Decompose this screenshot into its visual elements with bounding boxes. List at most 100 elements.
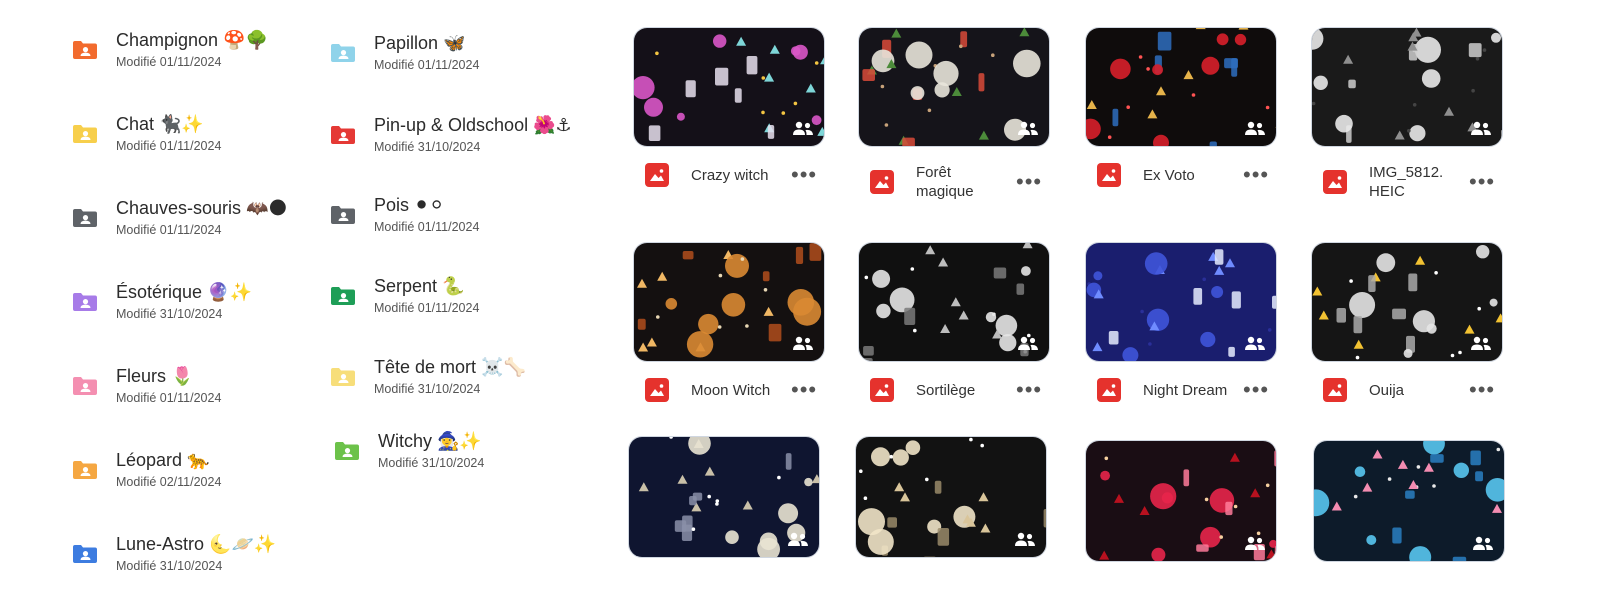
folder-name: Lune-Astro 🌜🪐✨	[116, 534, 277, 554]
file-name: Moon Witch	[691, 381, 771, 399]
shared-folder-icon	[72, 292, 98, 312]
more-options-icon[interactable]: •••	[1469, 379, 1495, 401]
folder-item[interactable]: Lune-Astro 🌜🪐✨ Modifié 31/10/2024	[72, 532, 276, 573]
shared-folder-icon	[330, 367, 356, 387]
image-file-icon	[645, 163, 669, 187]
file-name: Crazy witch	[691, 166, 769, 184]
file-name: Night Dream	[1143, 381, 1228, 399]
more-options-icon[interactable]: •••	[791, 164, 817, 186]
folder-item[interactable]: Fleurs 🌷 Modifié 01/11/2024	[72, 364, 221, 405]
shared-people-icon	[1017, 120, 1039, 136]
folder-modified-date: Modifié 31/10/2024	[116, 307, 223, 321]
folder-modified-date: Modifié 01/11/2024	[116, 391, 222, 405]
folder-modified-date: Modifié 02/11/2024	[116, 475, 222, 489]
file-thumbnail[interactable]	[858, 242, 1050, 362]
shared-folder-icon	[72, 124, 98, 144]
folder-name: Witchy 🧙‍♀️✨	[378, 431, 482, 451]
folder-name: Chauves-souris 🦇🌑	[116, 198, 288, 218]
folder-name: Pin-up & Oldschool 🌺⚓	[374, 115, 572, 135]
file-name: Forêt magique	[916, 164, 974, 200]
folder-modified-date: Modifié 01/11/2024	[374, 301, 480, 315]
folder-modified-date: Modifié 31/10/2024	[116, 559, 223, 573]
folder-name: Champignon 🍄🌳	[116, 30, 268, 50]
shared-folder-icon	[72, 376, 98, 396]
image-file-icon	[1097, 378, 1121, 402]
shared-people-icon	[792, 120, 814, 136]
file-name: Ex Voto	[1143, 166, 1195, 184]
folder-item[interactable]: Pois ⚫⚪ Modifié 01/11/2024	[330, 193, 479, 234]
folder-item[interactable]: Papillon 🦋 Modifié 01/11/2024	[330, 31, 479, 72]
file-thumbnail[interactable]	[1085, 440, 1277, 562]
folder-item[interactable]: Pin-up & Oldschool 🌺⚓ Modifié 31/10/2024	[330, 113, 572, 154]
folder-item[interactable]: Champignon 🍄🌳 Modifié 01/11/2024	[72, 28, 268, 69]
folder-name: Fleurs 🌷	[116, 366, 194, 386]
file-thumbnail[interactable]	[1085, 27, 1277, 147]
shared-people-icon	[1244, 335, 1266, 351]
folder-modified-date: Modifié 01/11/2024	[374, 58, 480, 72]
shared-people-icon	[1244, 120, 1266, 136]
shared-people-icon	[1014, 531, 1036, 547]
shared-people-icon	[1470, 335, 1492, 351]
folder-item[interactable]: Tête de mort ☠️🦴 Modifié 31/10/2024	[330, 355, 526, 396]
more-options-icon[interactable]: •••	[1243, 379, 1269, 401]
file-thumbnail[interactable]	[1313, 440, 1505, 562]
folder-name: Tête de mort ☠️🦴	[374, 357, 526, 377]
image-file-icon	[1323, 170, 1347, 194]
image-file-icon	[1097, 163, 1121, 187]
folder-name: Chat 🐈‍⬛✨	[116, 114, 204, 134]
folder-item[interactable]: Serpent 🐍 Modifié 01/11/2024	[330, 274, 479, 315]
folder-item[interactable]: Witchy 🧙‍♀️✨ Modifié 31/10/2024	[334, 429, 484, 470]
file-thumbnail[interactable]	[1311, 27, 1503, 147]
shared-folder-icon	[72, 544, 98, 564]
file-thumbnail[interactable]	[1311, 242, 1503, 362]
shared-people-icon	[1470, 120, 1492, 136]
more-options-icon[interactable]: •••	[1243, 164, 1269, 186]
folder-name: Léopard 🐆	[116, 450, 210, 470]
image-file-icon	[870, 170, 894, 194]
shared-folder-icon	[72, 40, 98, 60]
shared-people-icon	[1017, 335, 1039, 351]
folder-modified-date: Modifié 01/11/2024	[116, 223, 222, 237]
folder-modified-date: Modifié 31/10/2024	[374, 140, 481, 154]
file-name: IMG_5812. HEIC	[1369, 164, 1444, 200]
more-options-icon[interactable]: •••	[1016, 379, 1042, 401]
shared-folder-icon	[72, 208, 98, 228]
folder-name: Serpent 🐍	[374, 276, 465, 296]
shared-folder-icon	[330, 125, 356, 145]
shared-folder-icon	[330, 43, 356, 63]
folder-modified-date: Modifié 31/10/2024	[374, 382, 481, 396]
file-thumbnail[interactable]	[628, 436, 820, 558]
shared-folder-icon	[72, 460, 98, 480]
folder-item[interactable]: Chat 🐈‍⬛✨ Modifié 01/11/2024	[72, 112, 221, 153]
folder-modified-date: Modifié 01/11/2024	[116, 139, 222, 153]
folder-modified-date: Modifié 01/11/2024	[116, 55, 222, 69]
folder-item[interactable]: Ésotérique 🔮✨ Modifié 31/10/2024	[72, 280, 252, 321]
shared-people-icon	[1244, 535, 1266, 551]
more-options-icon[interactable]: •••	[1016, 171, 1042, 193]
file-thumbnail[interactable]	[858, 27, 1050, 147]
folder-modified-date: Modifié 31/10/2024	[378, 456, 485, 470]
shared-people-icon	[787, 531, 809, 547]
file-name: Ouija	[1369, 381, 1405, 399]
shared-folder-icon	[330, 286, 356, 306]
file-name: Sortilège	[916, 381, 976, 399]
file-thumbnail[interactable]	[633, 27, 825, 147]
folder-name: Pois ⚫⚪	[374, 195, 445, 215]
more-options-icon[interactable]: •••	[791, 379, 817, 401]
shared-folder-icon	[330, 205, 356, 225]
file-thumbnail[interactable]	[855, 436, 1047, 558]
more-options-icon[interactable]: •••	[1469, 171, 1495, 193]
file-thumbnail[interactable]	[633, 242, 825, 362]
shared-folder-icon	[334, 441, 360, 461]
shared-people-icon	[792, 335, 814, 351]
image-file-icon	[645, 378, 669, 402]
shared-people-icon	[1472, 535, 1494, 551]
image-file-icon	[1323, 378, 1347, 402]
folder-modified-date: Modifié 01/11/2024	[374, 220, 480, 234]
folder-item[interactable]: Léopard 🐆 Modifié 02/11/2024	[72, 448, 221, 489]
folder-name: Ésotérique 🔮✨	[116, 282, 252, 302]
file-thumbnail[interactable]	[1085, 242, 1277, 362]
folder-name: Papillon 🦋	[374, 33, 466, 53]
folder-item[interactable]: Chauves-souris 🦇🌑 Modifié 01/11/2024	[72, 196, 287, 237]
image-file-icon	[870, 378, 894, 402]
